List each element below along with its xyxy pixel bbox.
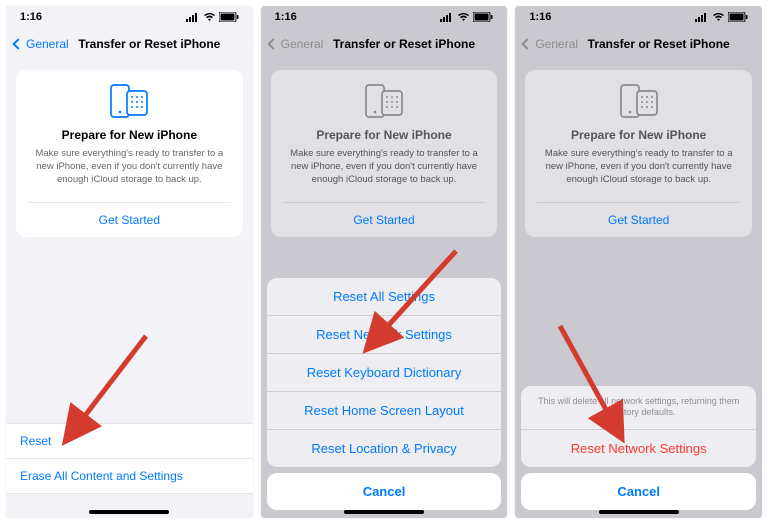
get-started-button[interactable]: Get Started bbox=[283, 202, 486, 237]
phone-transfer-icon bbox=[537, 84, 740, 118]
nav-bar: General Transfer or Reset iPhone bbox=[261, 28, 508, 60]
bottom-menu: Reset Erase All Content and Settings bbox=[6, 423, 253, 494]
status-bar: 1:16 bbox=[6, 6, 253, 28]
sheet-confirm-group: This will delete all network settings, r… bbox=[521, 386, 756, 467]
back-label: General bbox=[281, 37, 324, 51]
chevron-left-icon bbox=[12, 38, 23, 49]
nav-bar: General Transfer or Reset iPhone bbox=[515, 28, 762, 60]
get-started-button[interactable]: Get Started bbox=[28, 202, 231, 237]
status-icons bbox=[440, 12, 493, 22]
phone-screenshot-3: 1:16 General Transfer or Reset iPhone Pr… bbox=[515, 6, 762, 518]
prepare-card: Prepare for New iPhone Make sure everyth… bbox=[16, 70, 243, 237]
phone-transfer-icon bbox=[283, 84, 486, 118]
status-icons bbox=[695, 12, 748, 22]
prepare-card: Prepare for New iPhone Make sure everyth… bbox=[525, 70, 752, 237]
card-title: Prepare for New iPhone bbox=[537, 128, 740, 142]
status-bar: 1:16 bbox=[515, 6, 762, 28]
back-label: General bbox=[26, 37, 69, 51]
card-description: Make sure everything's ready to transfer… bbox=[28, 148, 231, 186]
sheet-message: This will delete all network settings, r… bbox=[521, 386, 756, 430]
status-icons bbox=[186, 12, 239, 22]
chevron-left-icon bbox=[522, 38, 533, 49]
card-description: Make sure everything's ready to transfer… bbox=[283, 148, 486, 186]
action-sheet: Reset All Settings Reset Network Setting… bbox=[267, 278, 502, 518]
sheet-option-reset-all[interactable]: Reset All Settings bbox=[267, 278, 502, 316]
home-indicator[interactable] bbox=[344, 510, 424, 514]
card-title: Prepare for New iPhone bbox=[28, 128, 231, 142]
sheet-option-reset-homescreen[interactable]: Reset Home Screen Layout bbox=[267, 392, 502, 430]
card-title: Prepare for New iPhone bbox=[283, 128, 486, 142]
reset-row[interactable]: Reset bbox=[6, 423, 253, 459]
card-description: Make sure everything's ready to transfer… bbox=[537, 148, 740, 186]
back-button[interactable]: General bbox=[14, 37, 69, 51]
status-time: 1:16 bbox=[275, 11, 297, 23]
back-button[interactable]: General bbox=[269, 37, 324, 51]
home-indicator[interactable] bbox=[89, 510, 169, 514]
home-indicator[interactable] bbox=[599, 510, 679, 514]
back-button[interactable]: General bbox=[523, 37, 578, 51]
phone-screenshot-1: 1:16 General Transfer or Reset iPhone Pr… bbox=[6, 6, 253, 518]
status-time: 1:16 bbox=[20, 11, 42, 23]
nav-bar: General Transfer or Reset iPhone bbox=[6, 28, 253, 60]
status-time: 1:16 bbox=[529, 11, 551, 23]
sheet-options-group: Reset All Settings Reset Network Setting… bbox=[267, 278, 502, 467]
sheet-option-reset-network[interactable]: Reset Network Settings bbox=[267, 316, 502, 354]
content-area: Prepare for New iPhone Make sure everyth… bbox=[6, 60, 253, 518]
chevron-left-icon bbox=[267, 38, 278, 49]
sheet-destructive-action[interactable]: Reset Network Settings bbox=[521, 430, 756, 467]
confirm-sheet: This will delete all network settings, r… bbox=[521, 386, 756, 518]
sheet-cancel-button[interactable]: Cancel bbox=[521, 473, 756, 510]
prepare-card: Prepare for New iPhone Make sure everyth… bbox=[271, 70, 498, 237]
phone-screenshot-2: 1:16 General Transfer or Reset iPhone Pr… bbox=[261, 6, 508, 518]
get-started-button[interactable]: Get Started bbox=[537, 202, 740, 237]
phone-transfer-icon bbox=[28, 84, 231, 118]
sheet-option-reset-location[interactable]: Reset Location & Privacy bbox=[267, 430, 502, 467]
sheet-cancel-button[interactable]: Cancel bbox=[267, 473, 502, 510]
erase-row[interactable]: Erase All Content and Settings bbox=[6, 459, 253, 494]
status-bar: 1:16 bbox=[261, 6, 508, 28]
back-label: General bbox=[535, 37, 578, 51]
sheet-option-reset-keyboard[interactable]: Reset Keyboard Dictionary bbox=[267, 354, 502, 392]
